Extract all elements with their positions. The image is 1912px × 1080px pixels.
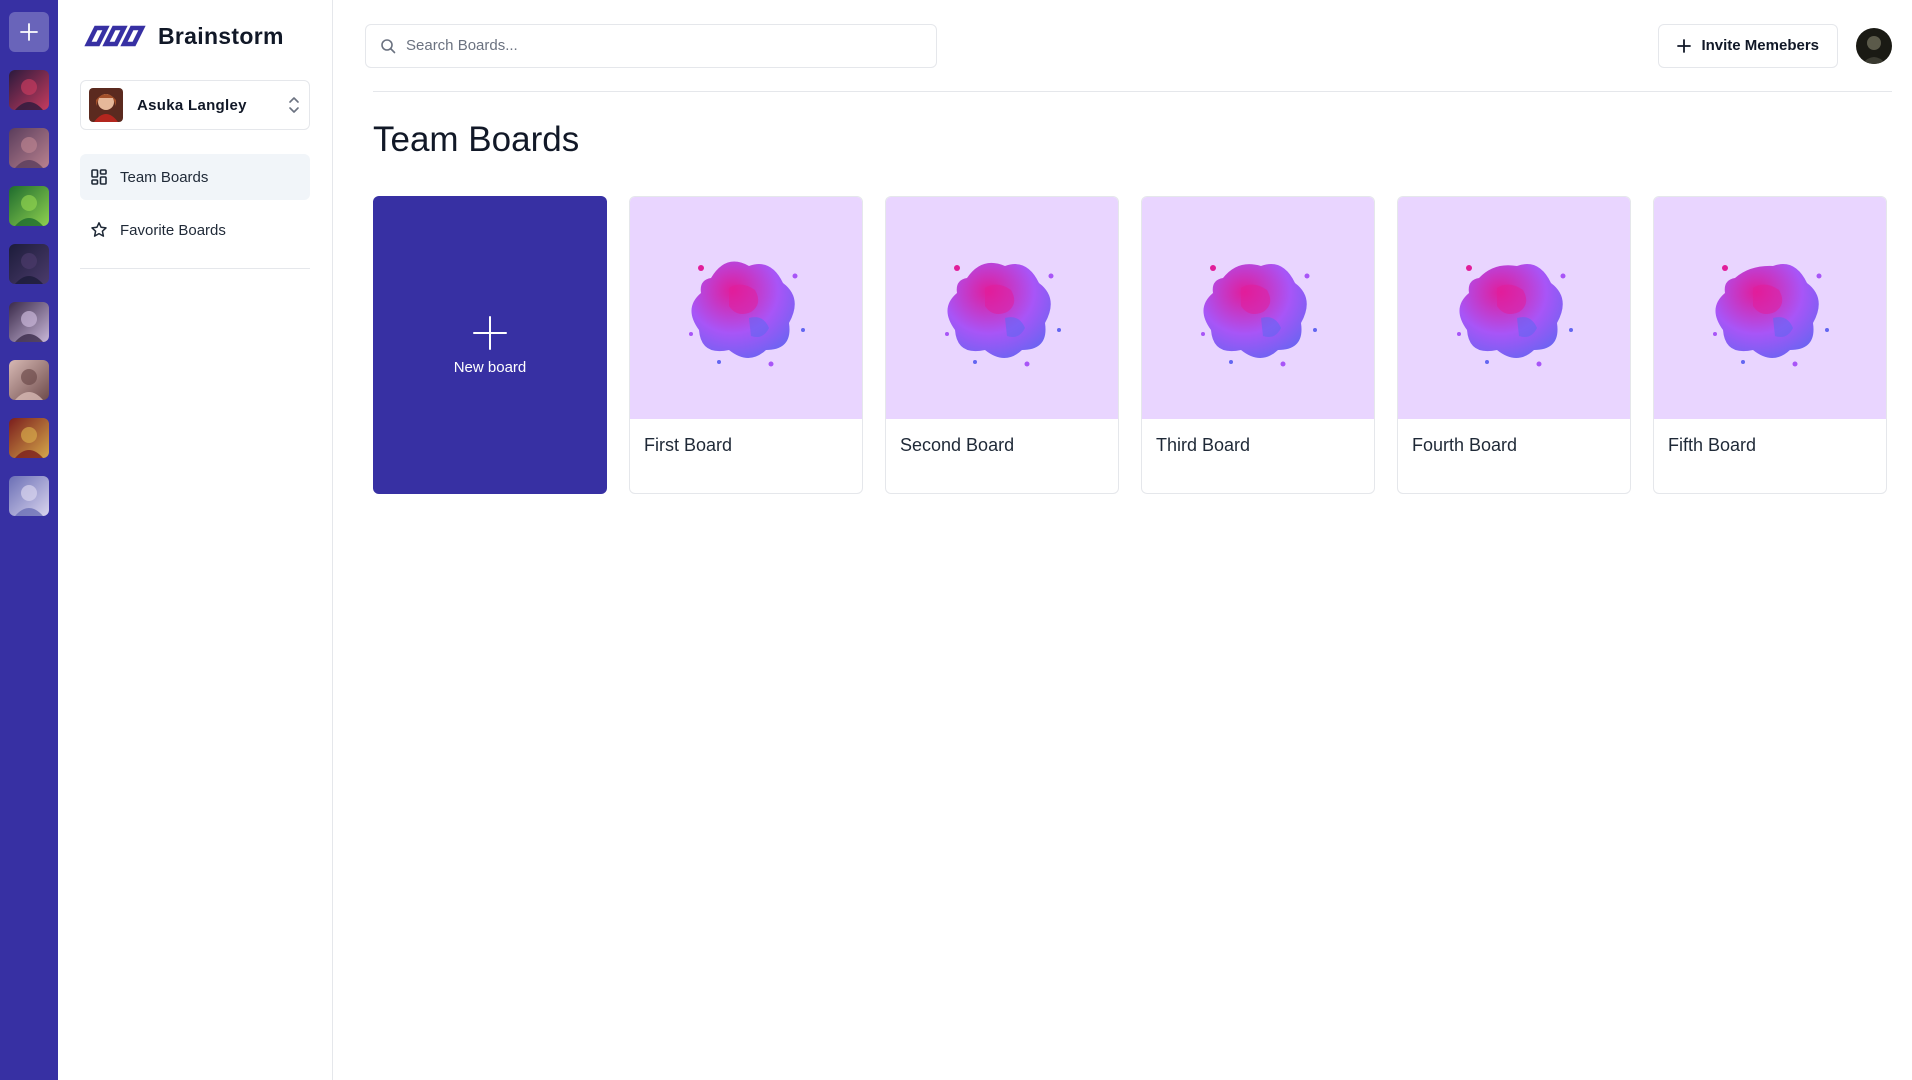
board-thumbnail (1142, 197, 1374, 419)
page-title: Team Boards (373, 120, 580, 159)
org-avatar[interactable] (9, 360, 49, 400)
fluid-blob-icon (1457, 264, 1573, 367)
brand-logo-icon (84, 25, 146, 47)
org-avatar[interactable] (9, 418, 49, 458)
plus-icon (20, 23, 38, 41)
fluid-blob-icon (1201, 264, 1317, 367)
brand-name: Brainstorm (158, 22, 284, 49)
fluid-blob-icon (689, 261, 805, 367)
chevron-up-down-icon (289, 97, 299, 113)
board-grid: New board First Board Second Board Third… (373, 196, 1892, 494)
board-thumbnail (1654, 197, 1886, 419)
board-card[interactable]: Fourth Board (1397, 196, 1631, 494)
org-avatar[interactable] (9, 186, 49, 226)
board-title: First Board (644, 435, 733, 455)
sidebar: Brainstorm Asuka Langley Team Boards Fav… (58, 0, 333, 1080)
sidebar-item-label: Team Boards (120, 168, 209, 186)
board-title: Fourth Board (1412, 435, 1518, 455)
board-title: Second Board (900, 435, 1015, 455)
sidebar-nav: Team Boards Favorite Boards (80, 154, 310, 269)
invite-members-label: Invite Memebers (1701, 37, 1819, 54)
org-avatar[interactable] (9, 70, 49, 110)
sidebar-item-team-boards[interactable]: Team Boards (80, 154, 310, 200)
dashboard-icon (91, 169, 107, 185)
add-org-button[interactable] (9, 12, 49, 52)
topbar: Invite Memebers (365, 0, 1892, 92)
search-input[interactable] (406, 37, 922, 54)
app-root: Brainstorm Asuka Langley Team Boards Fav… (0, 0, 1912, 1080)
logo[interactable]: Brainstorm (80, 0, 310, 72)
new-board-label: New board (453, 358, 527, 376)
main-content: Invite Memebers Team Boards New board (333, 0, 1912, 1080)
org-switcher-name: Asuka Langley (137, 96, 247, 114)
org-avatar[interactable] (9, 128, 49, 168)
board-card[interactable]: First Board (629, 196, 863, 494)
new-board-button[interactable]: New board (373, 196, 607, 494)
board-card[interactable]: Fifth Board (1653, 196, 1887, 494)
board-title: Third Board (1156, 435, 1251, 455)
fluid-blob-icon (1713, 264, 1829, 367)
plus-icon (1677, 38, 1692, 53)
board-thumbnail (886, 197, 1118, 419)
user-avatar[interactable] (1856, 27, 1892, 64)
sidebar-item-favorite-boards[interactable]: Favorite Boards (80, 207, 310, 253)
sidebar-item-label: Favorite Boards (120, 221, 226, 239)
board-thumbnail (630, 197, 862, 419)
invite-members-button[interactable]: Invite Memebers (1658, 23, 1838, 68)
star-icon (91, 222, 107, 237)
org-rail (0, 0, 58, 1080)
org-switcher-avatar (89, 88, 123, 122)
search-box[interactable] (365, 23, 937, 68)
board-title: Fifth Board (1668, 435, 1757, 455)
board-card[interactable]: Second Board (885, 196, 1119, 494)
org-switcher[interactable]: Asuka Langley (80, 80, 310, 130)
org-avatar[interactable] (9, 476, 49, 516)
fluid-blob-icon (945, 262, 1061, 367)
search-icon (381, 38, 396, 53)
board-card[interactable]: Third Board (1141, 196, 1375, 494)
plus-icon (473, 315, 507, 350)
org-list (9, 70, 49, 516)
org-avatar[interactable] (9, 244, 49, 284)
org-avatar[interactable] (9, 302, 49, 342)
board-thumbnail (1398, 197, 1630, 419)
topbar-actions: Invite Memebers (1658, 23, 1892, 68)
